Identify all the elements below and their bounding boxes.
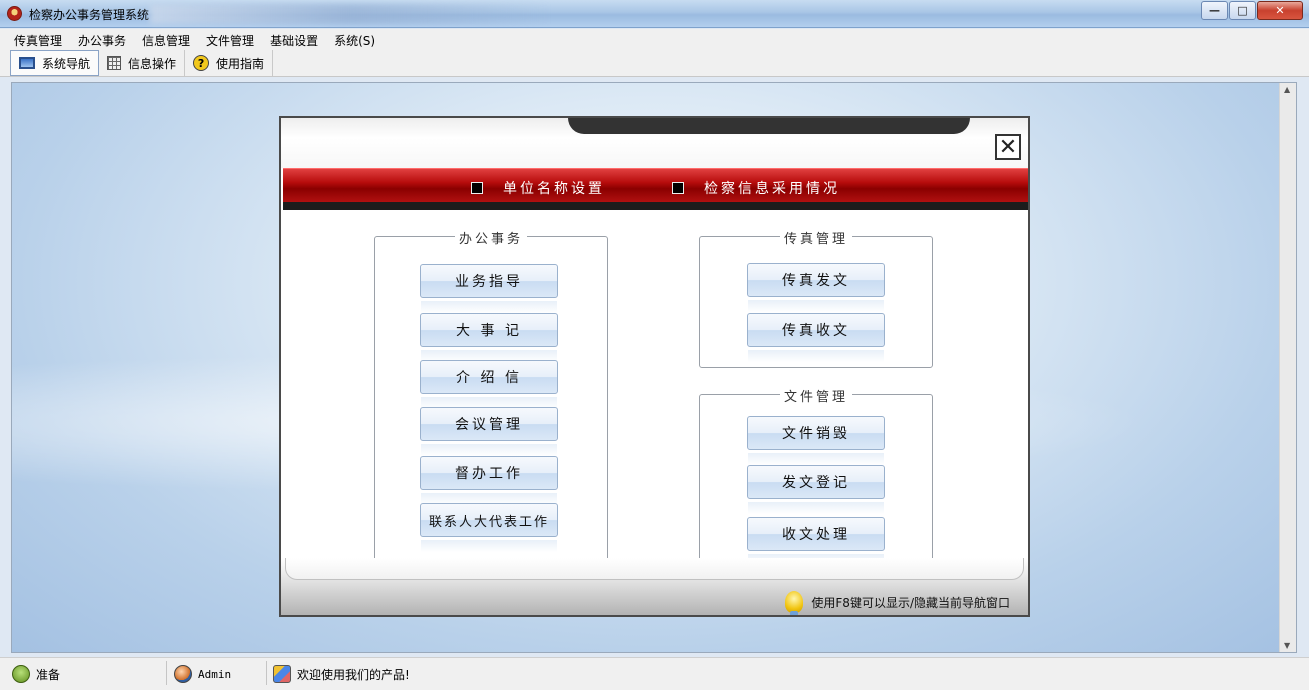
bullet-square-icon xyxy=(471,182,483,194)
divider-band xyxy=(283,202,1028,210)
fax-receive-button[interactable]: 传真收文 xyxy=(747,313,885,362)
info-adoption-link[interactable]: 检察信息采用情况 xyxy=(672,178,840,198)
menu-files[interactable]: 文件管理 xyxy=(200,29,260,49)
link-bar: 单位名称设置 检察信息采用情况 xyxy=(283,168,1028,202)
help-icon: ? xyxy=(193,55,210,71)
status-user-text: Admin xyxy=(198,667,232,681)
panel-header-tab xyxy=(568,118,970,134)
user-avatar-icon xyxy=(174,665,192,683)
unit-name-setting-link[interactable]: 单位名称设置 xyxy=(471,178,605,198)
panel-footer: 使用F8键可以显示/隐藏当前导航窗口 xyxy=(281,558,1028,615)
bullet-square-icon xyxy=(672,182,684,194)
user-guide-button[interactable]: ? 使用指南 xyxy=(185,50,274,76)
close-panel-button[interactable]: ✕ xyxy=(995,134,1021,160)
business-guidance-label: 业务指导 xyxy=(455,274,523,290)
f8-hint: 使用F8键可以显示/隐藏当前导航窗口 xyxy=(785,591,1010,615)
outgoing-registration-button[interactable]: 发文登记 xyxy=(747,465,885,514)
meeting-management-button[interactable]: 会议管理 xyxy=(420,407,558,456)
panel-header xyxy=(281,118,1028,168)
file-destroy-label: 文件销毁 xyxy=(782,426,850,442)
vertical-scrollbar[interactable]: ▲ ▼ xyxy=(1279,83,1296,652)
window-controls: — □ ✕ xyxy=(1200,1,1303,20)
incoming-processing-button[interactable]: 收文处理 xyxy=(747,517,885,566)
npc-liaison-label: 联系人大代表工作 xyxy=(428,514,549,530)
menu-system[interactable]: 系统(S) xyxy=(328,29,381,49)
system-nav-button[interactable]: 系统导航 xyxy=(10,50,100,76)
meeting-management-label: 会议管理 xyxy=(455,417,523,433)
monitor-icon xyxy=(19,57,35,69)
fax-group-title: 传真管理 xyxy=(779,232,852,247)
outgoing-registration-label: 发文登记 xyxy=(782,475,850,491)
scroll-up-icon[interactable]: ▲ xyxy=(1284,85,1290,94)
info-ops-button[interactable]: 信息操作 xyxy=(99,50,186,76)
maximize-button[interactable]: □ xyxy=(1229,1,1256,20)
fax-send-label: 传真发文 xyxy=(782,273,850,289)
intro-letter-button[interactable]: 介 绍 信 xyxy=(420,360,558,409)
app-emblem-icon xyxy=(7,6,22,21)
unit-name-setting-label: 单位名称设置 xyxy=(503,181,605,197)
grid-icon xyxy=(107,56,122,70)
supervision-work-label: 督办工作 xyxy=(455,466,523,482)
ready-status-icon xyxy=(12,665,30,683)
toolbar: 系统导航 信息操作 ? 使用指南 xyxy=(0,49,1309,77)
status-user: Admin xyxy=(174,664,231,684)
system-nav-label: 系统导航 xyxy=(42,56,91,71)
menu-fax[interactable]: 传真管理 xyxy=(8,29,68,49)
major-events-label: 大 事 记 xyxy=(456,323,522,339)
status-ready-text: 准备 xyxy=(36,667,61,682)
status-bar: 准备 Admin 欢迎使用我们的产品! xyxy=(0,657,1309,690)
supervision-work-button[interactable]: 督办工作 xyxy=(420,456,558,505)
lightbulb-icon xyxy=(785,591,804,615)
minimize-button[interactable]: — xyxy=(1201,1,1228,20)
title-blur xyxy=(150,4,550,24)
menu-office[interactable]: 办公事务 xyxy=(72,29,132,49)
business-guidance-button[interactable]: 业务指导 xyxy=(420,264,558,313)
files-group-title: 文件管理 xyxy=(779,390,852,405)
close-window-button[interactable]: ✕ xyxy=(1257,1,1303,20)
status-ready: 准备 xyxy=(12,664,60,684)
incoming-processing-label: 收文处理 xyxy=(782,527,850,543)
window-title: 检察办公事务管理系统 xyxy=(29,8,150,22)
npc-liaison-button[interactable]: 联系人大代表工作 xyxy=(420,503,558,552)
file-destroy-button[interactable]: 文件销毁 xyxy=(747,416,885,465)
status-welcome-text: 欢迎使用我们的产品! xyxy=(297,667,410,682)
status-welcome: 欢迎使用我们的产品! xyxy=(273,664,410,684)
product-box-icon xyxy=(273,665,291,683)
menu-settings[interactable]: 基础设置 xyxy=(264,29,324,49)
menu-info[interactable]: 信息管理 xyxy=(136,29,196,49)
menu-bar: 传真管理 办公事务 信息管理 文件管理 基础设置 系统(S) xyxy=(0,29,1309,49)
office-group-title: 办公事务 xyxy=(454,232,527,247)
user-guide-label: 使用指南 xyxy=(216,56,265,71)
scroll-down-icon[interactable]: ▼ xyxy=(1284,641,1290,650)
info-adoption-label: 检察信息采用情况 xyxy=(704,181,840,197)
navigation-panel: ✕ 单位名称设置 检察信息采用情况 办公事务 业务指导 大 事 记 介 绍 信 … xyxy=(279,116,1030,617)
intro-letter-label: 介 绍 信 xyxy=(456,370,522,386)
title-bar: 检察办公事务管理系统 — □ ✕ xyxy=(0,0,1309,28)
info-ops-label: 信息操作 xyxy=(128,56,177,71)
major-events-button[interactable]: 大 事 记 xyxy=(420,313,558,362)
fax-send-button[interactable]: 传真发文 xyxy=(747,263,885,312)
f8-hint-text: 使用F8键可以显示/隐藏当前导航窗口 xyxy=(811,595,1010,610)
fax-receive-label: 传真收文 xyxy=(782,323,850,339)
